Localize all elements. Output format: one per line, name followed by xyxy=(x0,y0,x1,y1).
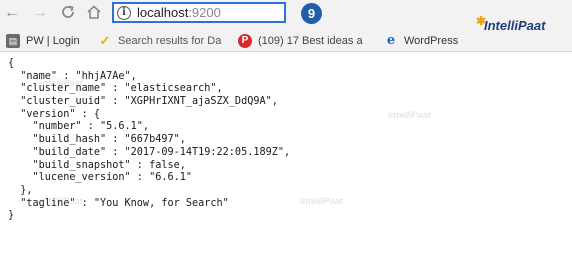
forward-arrow-icon[interactable]: → xyxy=(30,3,50,23)
bookmark-label: PW | Login xyxy=(26,35,80,47)
json-line: "lucene_version" : "6.6.1" xyxy=(8,172,193,184)
json-line: "build_hash" : "667b497", xyxy=(8,134,186,146)
bookmarks-bar: ▤ PW | Login ✓ Search results for Da P (… xyxy=(0,30,572,52)
url-host: localhost xyxy=(137,5,189,20)
home-icon[interactable] xyxy=(84,3,104,23)
url-port: :9200 xyxy=(188,5,221,20)
json-line: }, xyxy=(8,184,33,196)
json-line: "version" : { xyxy=(8,108,101,120)
bookmark-label: (109) 17 Best ideas a xyxy=(258,35,363,47)
reload-icon[interactable] xyxy=(58,3,78,23)
bookmark-pinterest[interactable]: P (109) 17 Best ideas a xyxy=(238,33,368,49)
watermark: intelliPaat xyxy=(40,196,83,206)
bookmark-wordpress[interactable]: e WordPress xyxy=(384,33,458,49)
json-line: "name" : "hhjA7Ae", xyxy=(8,70,137,82)
json-line: "cluster_name" : "elasticsearch", xyxy=(8,83,223,95)
json-line: "build_snapshot" : false, xyxy=(8,159,186,171)
pinterest-icon: P xyxy=(238,34,252,48)
json-line: } xyxy=(8,210,15,222)
reload-glyph xyxy=(62,5,74,18)
json-line: "build_date" : "2017-09-14T19:22:05.189Z… xyxy=(8,146,291,158)
json-line: "cluster_uuid" : "XGPHrIXNT_ajaSZX_DdQ9A… xyxy=(8,96,278,108)
e-logo-icon: e xyxy=(386,33,396,48)
json-response-view: { "name" : "hhjA7Ae", "cluster_name" : "… xyxy=(8,58,568,223)
json-line: "number" : "5.6.1", xyxy=(8,121,150,133)
bookmark-search-results[interactable]: ✓ Search results for Da xyxy=(98,33,230,49)
address-bar[interactable]: i localhost:9200 xyxy=(112,2,286,23)
watermark: intelliPaat xyxy=(388,110,431,120)
watermark: intelliPaat xyxy=(40,78,83,88)
back-arrow-icon[interactable]: ← xyxy=(2,3,22,23)
bookmark-label: Search results for Da xyxy=(118,35,222,47)
url-text: localhost:9200 xyxy=(137,5,221,20)
home-glyph xyxy=(87,5,101,19)
folder-icon: ▤ xyxy=(6,34,20,48)
json-line: { xyxy=(8,58,15,69)
bookmark-label: WordPress xyxy=(404,35,459,47)
json-line: "tagline" : "You Know, for Search" xyxy=(8,197,229,209)
info-icon[interactable]: i xyxy=(117,5,131,20)
checkmark-logo-icon: ✓ xyxy=(99,33,111,48)
watermark: intelliPaat xyxy=(300,196,343,206)
step-number-badge: 9 xyxy=(301,3,322,24)
bookmark-pw-login[interactable]: ▤ PW | Login xyxy=(6,33,80,49)
